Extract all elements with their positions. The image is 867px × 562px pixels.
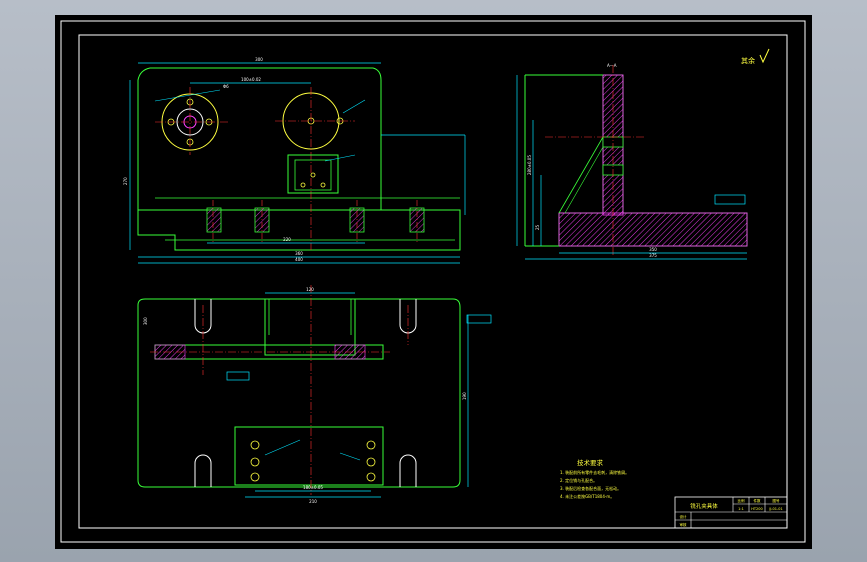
outer-frame <box>60 20 806 543</box>
cad-viewport[interactable]: 300 100±0.02 270 220 360 400 Φ6 A—A 280±… <box>55 15 812 549</box>
designer-label: 设计 <box>680 514 688 519</box>
tech-req-title: 技术要求 <box>577 458 604 467</box>
tech-req-item-1: 1. 装配前所有零件去毛刺，清除铁屑。 <box>560 469 629 475</box>
scale-value: 1:1 <box>738 507 744 511</box>
drawing-no-label: 图号 <box>773 498 781 503</box>
tech-requirements: 技术要求 1. 装配前所有零件去毛刺，清除铁屑。 2. 定位销与孔配合。 3. … <box>560 458 629 499</box>
qty-label: 件数 <box>754 498 762 503</box>
tech-req-item-2: 2. 定位销与孔配合。 <box>560 477 597 483</box>
dim-hole-label: Φ6 <box>223 84 229 89</box>
roughness-note: 其余 <box>741 56 755 65</box>
side-view: A—A 280±0.05 350 375 25 <box>516 63 748 260</box>
roughness-icon <box>759 48 770 64</box>
dim-front-height: 270 <box>123 177 128 185</box>
dim-plan-width: 300 <box>143 317 148 325</box>
dim-plan-bottom2: 210 <box>309 499 317 504</box>
dim-front-mid: 220 <box>283 237 291 242</box>
tech-req-item-3: 3. 装配后检查各配合面，无松动。 <box>560 485 621 491</box>
dim-plan-height: 190 <box>462 392 467 400</box>
plan-view: 120 190 180±0.05 210 300 <box>137 285 492 504</box>
title-block: 铣孔夹具体 比例 件数 图号 1:1 HT200 JJ-01-01 设计 审核 <box>674 496 788 529</box>
engineering-drawing: 300 100±0.02 270 220 360 400 Φ6 A—A 280±… <box>60 20 806 543</box>
dim-side-base: 350 <box>649 247 657 252</box>
dim-plan-bottom: 180±0.05 <box>303 485 323 490</box>
scale-label: 比例 <box>738 498 746 503</box>
front-view: 300 100±0.02 270 220 360 400 Φ6 <box>123 57 466 264</box>
dim-plan-top: 120 <box>306 287 314 292</box>
material-value: HT200 <box>751 507 762 511</box>
dim-top-width: 300 <box>255 57 263 62</box>
drawing-no-value: JJ-01-01 <box>768 507 782 511</box>
section-label: A—A <box>607 63 617 68</box>
checker-label: 审核 <box>680 522 688 527</box>
dim-side-thk: 25 <box>535 224 540 230</box>
dim-hole-center: 100±0.02 <box>241 77 261 82</box>
dim-side-base2: 375 <box>649 253 657 258</box>
dim-front-bottom2: 400 <box>295 257 303 262</box>
dim-front-bottom: 360 <box>295 251 303 256</box>
inner-frame <box>78 34 788 529</box>
tech-req-item-4: 4. 未注公差按GB/T1804-m。 <box>560 493 614 499</box>
part-name: 铣孔夹具体 <box>690 502 718 510</box>
dim-side-height: 280±0.05 <box>527 155 532 175</box>
